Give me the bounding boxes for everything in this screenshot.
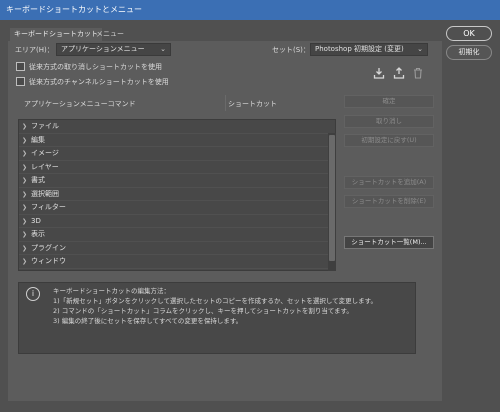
list-item-filter[interactable]: ❯ フィルター — [19, 201, 331, 215]
chevron-right-icon: ❯ — [22, 244, 28, 252]
use-default-button[interactable]: 初期設定に戻す(U) — [344, 134, 434, 147]
chevron-down-icon: ⌄ — [417, 45, 423, 53]
list-scrollbar-thumb[interactable] — [329, 135, 335, 261]
list-item-label: プラグイン — [31, 243, 66, 252]
chevron-right-icon: ❯ — [22, 177, 28, 184]
list-item-type[interactable]: ❯ 書式 — [19, 174, 331, 188]
column-header-shortcut: ショートカット — [228, 100, 277, 108]
list-item-label: 選択範囲 — [31, 189, 59, 198]
list-item-file[interactable]: ❯ ファイル — [19, 120, 331, 134]
list-item-edit[interactable]: ❯ 編集 — [19, 134, 331, 147]
list-item-label: ウィンドウ — [31, 257, 66, 265]
chevron-right-icon: ❯ — [22, 217, 28, 225]
list-item-label: 編集 — [31, 135, 45, 144]
list-item-label: 3D — [31, 216, 41, 225]
list-item-label: フィルター — [31, 203, 66, 211]
column-header-command: アプリケーションメニューコマンド — [24, 100, 136, 108]
save-set-icon[interactable] — [372, 67, 386, 81]
column-divider — [225, 95, 226, 111]
set-select-value: Photoshop 初期設定 (変更) — [315, 45, 404, 53]
list-item-image[interactable]: ❯ イメージ — [19, 147, 331, 161]
legacy-channel-checkbox[interactable] — [16, 77, 25, 86]
list-item-view[interactable]: ❯ 表示 — [19, 228, 331, 242]
window-title: キーボードショートカットとメニュー — [0, 0, 500, 20]
tab-keyboard-shortcuts[interactable]: キーボードショートカット — [10, 28, 102, 41]
area-select[interactable]: アプリケーションメニュー ⌄ — [56, 43, 171, 56]
info-icon: i — [26, 287, 40, 301]
chevron-right-icon: ❯ — [22, 204, 28, 211]
summarize-button[interactable]: ショートカット一覧(M)... — [344, 236, 434, 249]
help-line: 1)「新規セット」ボタンをクリックして選択したセットのコピーを作成するか、セット… — [53, 297, 378, 305]
chevron-right-icon: ❯ — [22, 190, 28, 198]
area-select-value: アプリケーションメニュー — [61, 45, 145, 53]
list-item-window[interactable]: ❯ ウィンドウ — [19, 255, 331, 269]
legacy-undo-checkbox[interactable] — [16, 62, 25, 71]
list-item-select[interactable]: ❯ 選択範囲 — [19, 188, 331, 201]
trash-icon[interactable] — [411, 67, 425, 81]
list-item-3d[interactable]: ❯ 3D — [19, 215, 331, 228]
chevron-down-icon: ⌄ — [160, 45, 166, 53]
list-item-label: イメージ — [31, 149, 59, 157]
set-select[interactable]: Photoshop 初期設定 (変更) ⌄ — [310, 43, 428, 56]
legacy-channel-label: 従来方式のチャンネルショートカットを使用 — [29, 78, 169, 86]
help-line: キーボードショートカットの編集方法： — [53, 287, 170, 295]
list-item-label: 表示 — [31, 230, 45, 238]
tab-menus[interactable]: メニュー — [92, 28, 128, 41]
list-item-label: 書式 — [31, 176, 45, 184]
chevron-right-icon: ❯ — [22, 163, 28, 171]
help-line: 3) 編集の終了後にセットを保存してすべての変更を保持します。 — [53, 317, 243, 325]
list-item-label: レイヤー — [31, 162, 59, 171]
chevron-right-icon: ❯ — [22, 150, 28, 157]
set-label: セット(S)： — [272, 46, 310, 54]
help-line: 2) コマンドの「ショートカット」コラムをクリックし、キーを押してショートカット… — [53, 307, 353, 315]
new-set-icon[interactable] — [392, 67, 406, 81]
chevron-right-icon: ❯ — [22, 231, 28, 238]
list-item-plugins[interactable]: ❯ プラグイン — [19, 242, 331, 255]
chevron-right-icon: ❯ — [22, 258, 28, 265]
add-shortcut-button[interactable]: ショートカットを追加(A) — [344, 176, 434, 189]
reset-button[interactable]: 初期化 — [446, 45, 492, 60]
accept-button[interactable]: 確定 — [344, 95, 434, 108]
list-item-layer[interactable]: ❯ レイヤー — [19, 161, 331, 174]
ok-button[interactable]: OK — [446, 26, 492, 41]
chevron-right-icon: ❯ — [22, 123, 28, 130]
list-item-label: ファイル — [31, 122, 59, 130]
delete-shortcut-button[interactable]: ショートカットを削除(E) — [344, 195, 434, 208]
area-label: エリア(H)： — [15, 46, 54, 54]
undo-button[interactable]: 取り消し — [344, 115, 434, 128]
legacy-undo-label: 従来方式の取り消しショートカットを使用 — [29, 63, 162, 71]
chevron-right-icon: ❯ — [22, 136, 28, 144]
